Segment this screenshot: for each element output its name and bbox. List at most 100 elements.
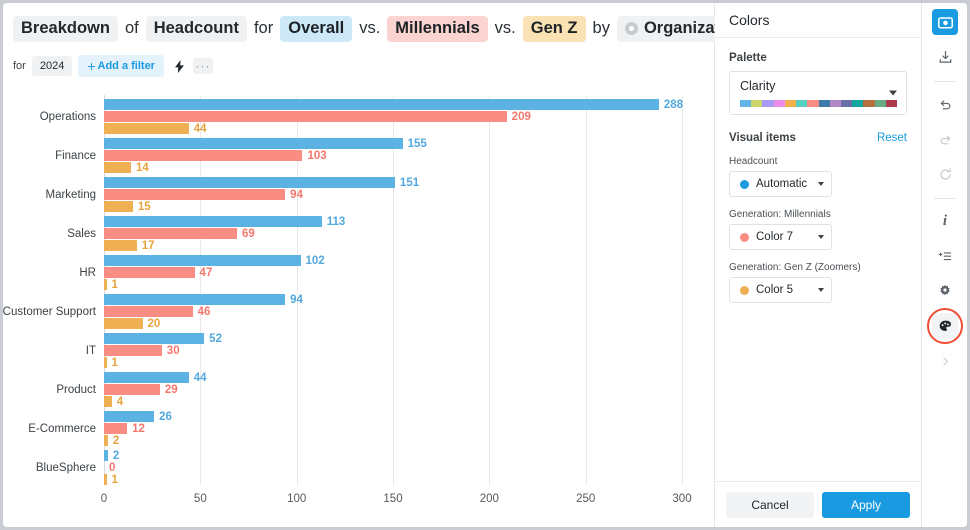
chip-breakdown[interactable]: Breakdown [13, 16, 118, 42]
add-to-list-icon[interactable] [932, 243, 958, 269]
bar-value-label: 288 [663, 98, 684, 111]
gridline [393, 95, 394, 485]
color-select-headcount[interactable]: Automatic [729, 171, 832, 197]
category-label: Marketing [45, 188, 97, 201]
bar-overall[interactable] [104, 99, 659, 110]
bar-gen-z[interactable] [104, 435, 108, 446]
bar-overall[interactable] [104, 294, 286, 305]
category-label: Sales [67, 227, 96, 240]
word-of: of [124, 19, 139, 37]
bar-millennials[interactable] [104, 228, 237, 239]
x-axis-tick: 150 [383, 493, 403, 505]
color-select-millennials[interactable]: Color 7 [729, 224, 832, 250]
eye-icon [624, 22, 638, 35]
refresh-icon[interactable] [932, 161, 958, 187]
chip-genz[interactable]: Gen Z [522, 16, 586, 42]
word-vs-2: vs. [494, 19, 516, 37]
filter-year-chip[interactable]: 2024 [31, 56, 73, 76]
bar-overall[interactable] [104, 216, 322, 227]
bar-gen-z[interactable] [104, 279, 107, 290]
plot-area: 0 50 100 150 200 250 300 Operations 288 209 44 Fina… [3, 95, 692, 505]
bar-value-label: 155 [407, 137, 427, 150]
bar-gen-z[interactable] [104, 162, 131, 173]
bar-millennials[interactable] [104, 189, 286, 200]
palette-swatch [762, 100, 774, 107]
bar-overall[interactable] [104, 450, 108, 461]
palette-swatch [874, 100, 886, 107]
bar-value-label: 2 [112, 449, 120, 462]
bar-value-label: 44 [193, 371, 207, 384]
bar-gen-z[interactable] [104, 357, 107, 368]
bar-gen-z[interactable] [104, 474, 107, 485]
bar-millennials[interactable] [104, 267, 195, 278]
gridline [489, 95, 491, 485]
reset-link[interactable]: Reset [877, 132, 907, 144]
bar-overall[interactable] [104, 333, 205, 344]
download-icon[interactable] [932, 44, 958, 70]
expand-chevron-icon[interactable] [932, 348, 958, 374]
bar-gen-z[interactable] [104, 318, 143, 329]
category-label: Finance [55, 149, 96, 162]
bar-value-label: 102 [305, 254, 325, 267]
bar-value-label: 69 [241, 227, 255, 240]
visual-items-header: Visual items Reset [729, 132, 907, 144]
bar-value-label: 209 [511, 110, 531, 123]
chip-headcount[interactable]: Headcount [145, 16, 247, 42]
bar-millennials[interactable] [104, 423, 128, 434]
visual-item-label: Generation: Gen Z (Zoomers) [729, 262, 861, 273]
x-axis-tick: 0 [100, 493, 108, 505]
bar-millennials[interactable] [104, 306, 193, 317]
bar-value-label: 47 [199, 266, 213, 279]
bar-overall[interactable] [104, 138, 403, 149]
bar-value-label: 1 [111, 278, 118, 291]
add-filter-button[interactable]: + Add a filter [78, 55, 164, 77]
visual-item-value: Color 5 [756, 284, 794, 296]
lightning-bolt-icon[interactable] [170, 57, 190, 75]
bar-overall[interactable] [104, 411, 155, 422]
plus-icon: + [87, 58, 96, 74]
right-icon-rail: i [922, 3, 967, 527]
query-headline: Breakdown of Headcount for Overall vs. Millenn… [11, 16, 753, 42]
separator-2 [934, 198, 956, 199]
bar-overall[interactable] [104, 177, 395, 188]
bar-value-label: 151 [399, 176, 420, 189]
bar-overall[interactable] [104, 255, 301, 266]
bar-millennials[interactable] [104, 111, 507, 122]
chip-overall[interactable]: Overall [280, 16, 353, 42]
bar-gen-z[interactable] [104, 123, 189, 134]
bar-millennials[interactable] [104, 345, 162, 356]
visual-item-value: Automatic [756, 178, 808, 190]
colors-palette-icon[interactable] [927, 308, 963, 344]
info-icon[interactable]: i [932, 208, 958, 234]
color-select-genz[interactable]: Color 5 [729, 277, 832, 303]
x-axis-tick: 50 [193, 493, 207, 505]
settings-gear-icon[interactable] [932, 278, 958, 304]
chip-millennials[interactable]: Millennials [387, 16, 488, 42]
category-label: Product [56, 383, 96, 396]
palette-swatch [796, 100, 808, 107]
bar-gen-z[interactable] [104, 396, 112, 407]
bar-gen-z[interactable] [104, 240, 137, 251]
bar-millennials[interactable] [104, 384, 160, 395]
palette-swatch [784, 100, 797, 107]
visual-item-label: Generation: Millennials [729, 209, 831, 220]
chevron-down-icon [818, 235, 824, 239]
screenshot-icon[interactable] [932, 9, 958, 35]
bar-gen-z[interactable] [104, 201, 133, 212]
palette-swatch [829, 100, 841, 107]
undo-icon[interactable] [932, 91, 958, 117]
chevron-down-icon [818, 288, 824, 292]
apply-button[interactable]: Apply [822, 491, 910, 518]
palette-swatch [885, 100, 898, 107]
chart-pane: Breakdown of Headcount for Overall vs. Millenn… [3, 3, 753, 527]
bar-overall[interactable] [104, 372, 189, 383]
separator-1 [934, 81, 956, 82]
bar-millennials[interactable] [104, 150, 303, 161]
palette-select[interactable]: Clarity [729, 71, 907, 115]
more-options-icon[interactable]: ··· [192, 58, 213, 74]
palette-swatch [773, 100, 785, 107]
redo-icon[interactable] [932, 126, 958, 152]
category-label: Operations [39, 110, 96, 123]
word-by: by [592, 19, 610, 37]
cancel-button[interactable]: Cancel [726, 491, 814, 518]
